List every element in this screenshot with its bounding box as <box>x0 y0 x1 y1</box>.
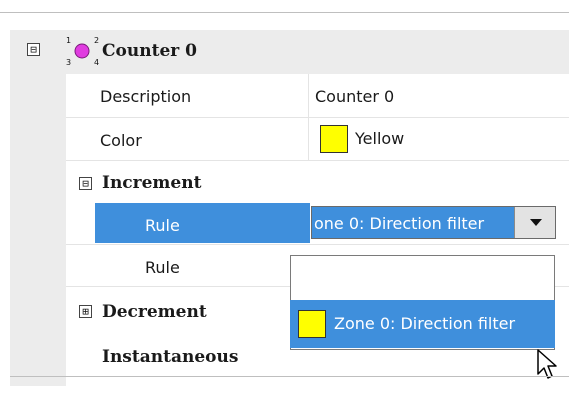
dropdown-option-swatch <box>298 310 326 338</box>
increment-rule-label: Rule <box>145 216 180 235</box>
increment-rule-combo-value[interactable]: one 0: Direction filter <box>314 214 484 233</box>
color-value[interactable]: Yellow <box>355 129 404 148</box>
increment-title: Increment <box>102 173 202 193</box>
increment-rule-label-2: Rule <box>145 258 180 277</box>
bottom-separator <box>10 376 569 377</box>
counter-numbers-icon: 1 2 3 4 <box>66 36 99 67</box>
decrement-expand-icon[interactable]: ⊞ <box>79 305 92 318</box>
counter-title: Counter 0 <box>102 41 197 61</box>
color-swatch <box>320 125 348 153</box>
row-divider <box>66 244 569 245</box>
top-separator <box>0 12 569 13</box>
row-divider <box>66 117 569 118</box>
property-grid-gutter <box>10 30 66 386</box>
column-divider <box>308 74 309 160</box>
combo-dropdown-button[interactable] <box>514 207 555 238</box>
row-divider <box>66 160 569 161</box>
dropdown-option-empty[interactable] <box>291 256 554 298</box>
instantaneous-title: Instantaneous <box>102 347 239 367</box>
decrement-title: Decrement <box>102 302 207 322</box>
svg-text:4: 4 <box>94 58 99 67</box>
svg-text:1: 1 <box>66 36 71 45</box>
mouse-cursor-icon <box>537 349 557 379</box>
chevron-down-icon <box>530 219 542 226</box>
increment-collapse-icon[interactable]: ⊟ <box>79 177 92 190</box>
increment-rule-row-selected[interactable] <box>95 203 310 243</box>
color-label: Color <box>100 131 142 150</box>
dropdown-option-label[interactable]: Zone 0: Direction filter <box>334 314 515 333</box>
svg-text:2: 2 <box>94 36 99 45</box>
counter-collapse-icon[interactable]: ⊟ <box>27 43 40 56</box>
svg-text:3: 3 <box>66 58 71 67</box>
description-label: Description <box>100 87 192 106</box>
description-value[interactable]: Counter 0 <box>315 87 394 106</box>
